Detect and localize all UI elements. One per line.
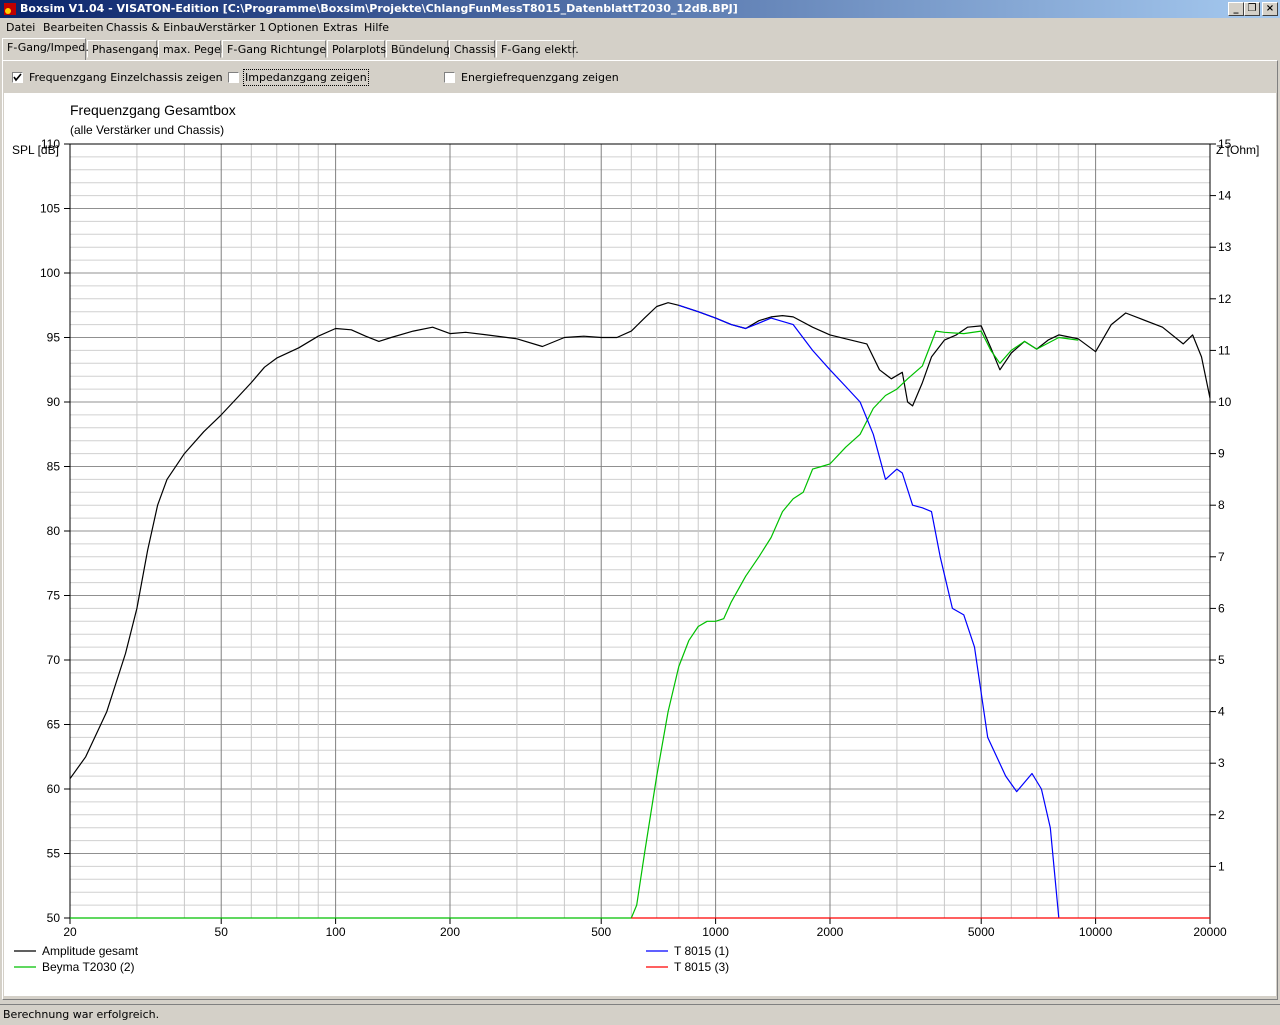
chart-title: Frequenzgang Gesamtbox <box>70 102 236 118</box>
y2-tick-label: 7 <box>1218 550 1225 564</box>
menu-bar: Datei Bearbeiten Chassis & Einbau Verstä… <box>0 18 1280 38</box>
restore-button[interactable]: ❐ <box>1244 2 1260 16</box>
check-icon <box>13 73 22 82</box>
x-tick-label: 50 <box>215 925 229 939</box>
tab-max-pegel[interactable]: max. Pegel <box>158 40 224 58</box>
status-bar: Berechnung war erfolgreich. <box>0 1004 1280 1024</box>
y-tick-label: 90 <box>47 395 61 409</box>
chart-subtitle: (alle Verstärker und Chassis) <box>70 123 224 137</box>
series-t8015-1 <box>678 304 1060 919</box>
menu-extras[interactable]: Extras <box>323 18 358 38</box>
y2-tick-label: 4 <box>1218 705 1225 719</box>
y2-tick-label: 13 <box>1218 240 1232 254</box>
frequency-response-chart: 5055606570758085909510010511012345678910… <box>12 102 1259 974</box>
tab-fgang-elektr[interactable]: F-Gang elektr. <box>496 40 579 58</box>
checkbox-impedanzgang[interactable] <box>228 72 239 83</box>
menu-hilfe[interactable]: Hilfe <box>364 18 389 38</box>
x-tick-label: 100 <box>326 925 346 939</box>
y2-tick-label: 11 <box>1218 343 1231 357</box>
menu-verstaerker[interactable]: Verstärker 1 <box>199 18 266 38</box>
y2-axis-label: Z [Ohm] <box>1216 143 1259 157</box>
y-tick-label: 50 <box>47 911 61 925</box>
tab-buendelung[interactable]: Bündelung <box>386 40 450 58</box>
tab-fgang-imped[interactable]: F-Gang/Imped. <box>2 38 89 60</box>
y2-tick-label: 3 <box>1218 756 1225 770</box>
y-tick-label: 60 <box>47 782 61 796</box>
option-einzelchassis-label: Frequenzgang Einzelchassis zeigen <box>29 71 223 84</box>
y2-tick-label: 14 <box>1218 189 1232 203</box>
y-tick-label: 55 <box>47 847 61 861</box>
legend-label: Amplitude gesamt <box>42 944 139 958</box>
close-button[interactable]: × <box>1262 2 1278 16</box>
series-amplitude-gesamt <box>69 302 1211 780</box>
legend-label: T 8015 (1) <box>674 944 729 958</box>
x-tick-label: 5000 <box>968 925 995 939</box>
y-tick-label: 100 <box>40 266 60 280</box>
y2-tick-label: 5 <box>1218 653 1225 667</box>
tab-fgang-richtungen[interactable]: F-Gang Richtungen <box>222 40 333 58</box>
tab-polarplots[interactable]: Polarplots <box>327 40 386 58</box>
option-impedanzgang-label: Impedanzgang zeigen <box>243 69 369 86</box>
y2-tick-label: 9 <box>1218 447 1225 461</box>
menu-optionen[interactable]: Optionen <box>268 18 318 38</box>
y2-tick-label: 1 <box>1218 859 1225 873</box>
option-energiefrequenzgang-label: Energiefrequenzgang zeigen <box>461 71 619 84</box>
tab-phasengang[interactable]: Phasengang <box>87 40 160 58</box>
y-tick-label: 85 <box>47 460 61 474</box>
y2-tick-label: 2 <box>1218 808 1225 822</box>
y-axis-label: SPL [dB] <box>12 143 59 157</box>
option-einzelchassis[interactable]: Frequenzgang Einzelchassis zeigen <box>12 71 223 87</box>
app-icon <box>4 3 16 15</box>
menu-bearbeiten[interactable]: Bearbeiten <box>43 18 103 38</box>
window-title: Boxsim V1.04 - VISATON-Edition [C:\Progr… <box>20 2 738 15</box>
option-impedanzgang[interactable]: Impedanzgang zeigen <box>228 69 369 87</box>
y2-tick-label: 6 <box>1218 601 1225 615</box>
y-tick-label: 95 <box>47 331 61 345</box>
checkbox-einzelchassis[interactable] <box>12 72 23 83</box>
legend-label: T 8015 (3) <box>674 960 729 974</box>
x-tick-label: 200 <box>440 925 460 939</box>
x-tick-label: 20000 <box>1193 925 1227 939</box>
menu-datei[interactable]: Datei <box>6 18 35 38</box>
y2-tick-label: 10 <box>1218 395 1232 409</box>
y2-tick-label: 8 <box>1218 498 1225 512</box>
minimize-button[interactable]: _ <box>1228 2 1244 16</box>
x-tick-label: 2000 <box>817 925 844 939</box>
y-tick-label: 70 <box>47 653 61 667</box>
x-tick-label: 20 <box>63 925 77 939</box>
y-tick-label: 105 <box>40 202 60 216</box>
y-tick-label: 75 <box>47 589 61 603</box>
checkbox-energiefrequenzgang[interactable] <box>444 72 455 83</box>
x-tick-label: 500 <box>591 925 611 939</box>
title-bar: Boxsim V1.04 - VISATON-Edition [C:\Progr… <box>0 0 1280 18</box>
menu-chassis-einbau[interactable]: Chassis & Einbau <box>106 18 201 38</box>
legend-label: Beyma T2030 (2) <box>42 960 135 974</box>
y-tick-label: 65 <box>47 718 61 732</box>
x-tick-label: 10000 <box>1079 925 1113 939</box>
tab-chassis[interactable]: Chassis <box>449 40 496 58</box>
tab-strip: F-Gang/Imped. Phasengang max. Pegel F-Ga… <box>0 38 1280 60</box>
x-tick-label: 1000 <box>702 925 729 939</box>
frequency-response-plot: 50 55 60 65 70 75 80 85 90 95 100 105 110 1 2 3 4 5 6 7 8 9 10… <box>4 93 1276 996</box>
y-tick-label: 80 <box>47 524 61 538</box>
option-energiefrequenzgang[interactable]: Energiefrequenzgang zeigen <box>444 71 619 87</box>
y2-tick-label: 12 <box>1218 292 1232 306</box>
